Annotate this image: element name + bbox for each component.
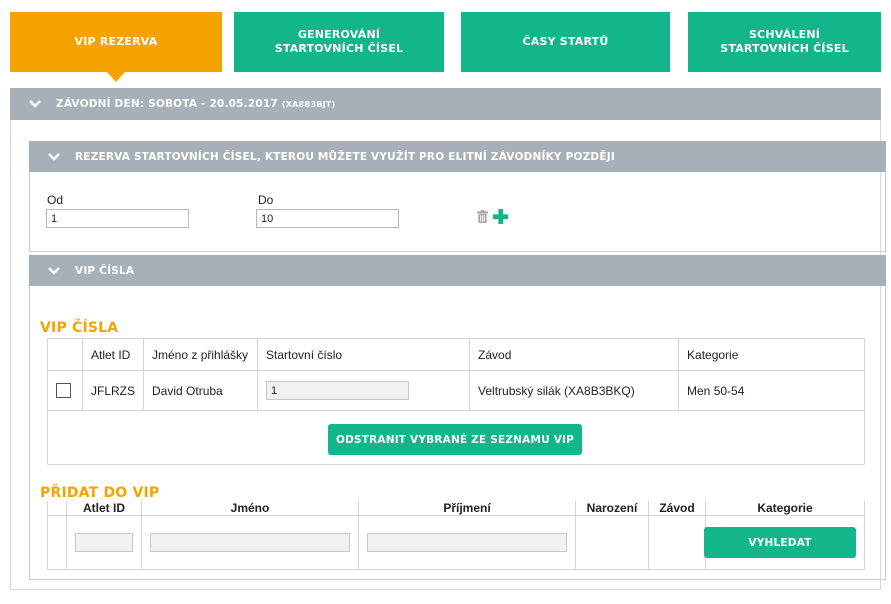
prijmeni-input[interactable] <box>367 533 567 552</box>
col-jmeno: Jméno <box>141 501 359 516</box>
trash-icon[interactable] <box>477 210 488 223</box>
start-number-cell <box>257 370 471 411</box>
plus-icon[interactable] <box>493 209 508 224</box>
from-input[interactable] <box>46 209 189 228</box>
table-row: JFLRZS David Otruba Veltrubský silák (XA… <box>47 370 865 411</box>
col-startovni-cislo: Startovní číslo <box>257 338 471 371</box>
jmeno-input[interactable] <box>150 533 350 552</box>
to-input[interactable] <box>256 209 399 228</box>
col-kategorie: Kategorie <box>705 501 865 516</box>
col-atlet-id: Atlet ID <box>66 501 142 516</box>
vip-list-title: VIP ČÍSLA <box>40 320 119 336</box>
col-zavod: Závod <box>469 338 680 371</box>
row-checkbox[interactable] <box>56 383 71 399</box>
select-header <box>47 338 83 371</box>
atlet-id-input-cell <box>66 515 142 570</box>
race-day-bar[interactable]: ZÁVODNÍ DEN: SOBOTA - 20.05.2017 (XA8B3B… <box>10 88 881 120</box>
from-label: Od <box>47 193 64 207</box>
col-prijmeni: Příjmení <box>358 501 576 516</box>
col-narozeni: Narození <box>575 501 649 516</box>
col-atlet-id: Atlet ID <box>81 338 145 371</box>
tab-casy-startu[interactable]: ČASY STARTŮ <box>461 12 670 72</box>
chevron-down-icon <box>29 100 41 108</box>
add-select-header <box>47 501 67 516</box>
category-cell: Men 50-54 <box>678 370 865 411</box>
col-jmeno: Jméno z přihlášky <box>143 338 259 371</box>
atlet-id-input[interactable] <box>75 533 133 552</box>
to-label: Do <box>258 193 274 207</box>
atlet-id-cell: JFLRZS <box>81 370 145 411</box>
vip-bar[interactable]: VIP ČÍSLA <box>29 255 886 286</box>
reserve-bar[interactable]: REZERVA STARTOVNÍCH ČÍSEL, KTEROU MŮŽETE… <box>29 141 886 172</box>
tab-schvaleni[interactable]: SCHVÁLENÍ STARTOVNÍCH ČÍSEL <box>688 12 881 72</box>
tab-generovani[interactable]: GENEROVÁNÍ STARTOVNÍCH ČÍSEL <box>234 12 444 72</box>
reserve-header: REZERVA STARTOVNÍCH ČÍSEL, KTEROU MŮŽETE… <box>75 150 615 163</box>
zavod-cell <box>648 515 706 570</box>
vip-header: VIP ČÍSLA <box>75 264 135 277</box>
chevron-down-icon <box>48 152 60 161</box>
race-cell: Veltrubský silák (XA8B3BKQ) <box>469 370 680 411</box>
name-cell: David Otruba <box>143 370 259 411</box>
search-button[interactable]: VYHLEDAT <box>704 527 856 558</box>
active-tab-indicator <box>107 72 125 82</box>
tab-label: VIP REZERVA <box>74 35 158 48</box>
tab-vip-rezerva[interactable]: VIP REZERVA <box>10 12 222 72</box>
tab-label: ČASY STARTŮ <box>522 35 609 48</box>
add-select-cell <box>47 515 67 570</box>
col-zavod: Závod <box>648 501 706 516</box>
tab-label: SCHVÁLENÍ STARTOVNÍCH ČÍSEL <box>720 28 849 55</box>
tab-label: GENEROVÁNÍ STARTOVNÍCH ČÍSEL <box>274 28 404 55</box>
race-day-label: ZÁVODNÍ DEN: SOBOTA - 20.05.2017 <box>56 98 278 110</box>
add-vip-title: PŘIDAT DO VIP <box>40 485 160 501</box>
chevron-down-icon <box>48 266 60 275</box>
row-select-cell <box>47 370 83 411</box>
jmeno-input-cell <box>141 515 359 570</box>
race-day-code: (XA8B3BJT) <box>281 99 336 109</box>
prijmeni-input-cell <box>358 515 576 570</box>
remove-vip-button[interactable]: ODSTRANIT VYBRANÉ ZE SEZNAMU VIP <box>328 424 582 455</box>
col-kategorie: Kategorie <box>678 338 865 371</box>
start-number-input[interactable] <box>266 381 410 400</box>
narozeni-cell <box>575 515 649 570</box>
